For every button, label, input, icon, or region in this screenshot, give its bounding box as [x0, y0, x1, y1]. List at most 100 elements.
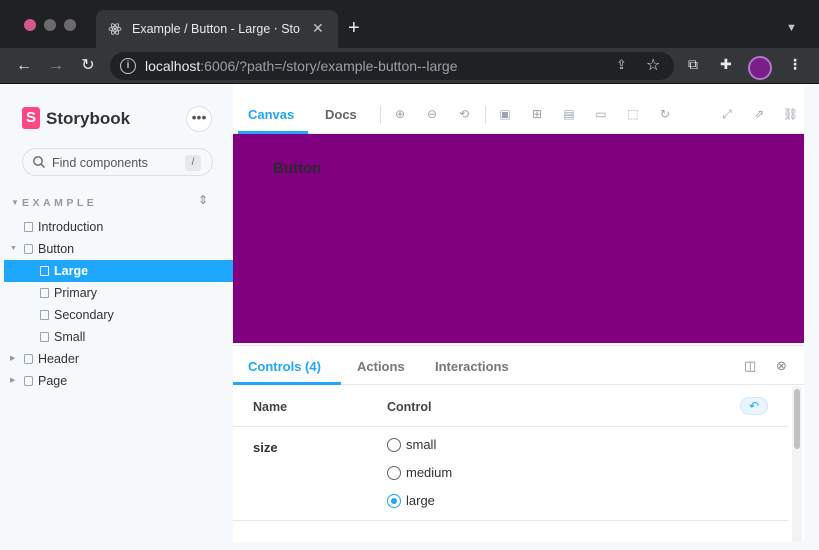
sidebar-item-button[interactable]: ▼ Button — [4, 238, 233, 260]
copy-link-icon[interactable]: ⛓ — [783, 107, 798, 121]
panel-orientation-icon[interactable]: ◫ — [744, 358, 756, 374]
find-components-input[interactable]: Find components / — [22, 148, 213, 176]
radio-label-large[interactable]: large — [406, 493, 435, 508]
search-shortcut-badge: / — [185, 155, 201, 171]
url-text[interactable]: localhost:6006/?path=/story/example-butt… — [145, 58, 457, 74]
addons-panel: Controls (4) Actions Interactions ◫ ⊗ Na… — [233, 345, 804, 543]
tab-title: Example / Button - Large ⋅ Sto — [132, 22, 300, 36]
profile-avatar[interactable] — [748, 56, 772, 80]
scrollbar-thumb[interactable] — [794, 389, 800, 449]
tab-docs[interactable]: Docs — [325, 107, 357, 122]
sidebar-item-label: Secondary — [54, 308, 114, 322]
control-column-header: Control — [387, 400, 432, 414]
radio-large[interactable] — [387, 494, 401, 508]
background-image-icon[interactable]: ▣ — [498, 107, 512, 121]
preview-toolbar: Canvas Docs ⊕ ⊖ ⟲ ▣ ⊞ ▤ ▭ ⬚ ↻ ⤢ ⇗ ⛓ — [233, 96, 804, 134]
bookmark-star-icon[interactable]: ☆ — [646, 55, 660, 75]
storybook-sidebar: Storybook ••• Find components / ▼ EXAMPL… — [0, 85, 233, 550]
tab-actions[interactable]: Actions — [357, 359, 405, 374]
storybook-title[interactable]: Storybook — [46, 109, 130, 129]
zoom-out-icon[interactable]: ⊖ — [425, 107, 439, 121]
sidebar-item-label: Large — [54, 264, 89, 278]
tab-controls[interactable]: Controls (4) — [248, 359, 321, 374]
new-tab-button[interactable]: + — [348, 18, 360, 38]
caret-down-icon: ▼ — [10, 245, 17, 252]
story-button[interactable]: Button — [273, 160, 321, 177]
zoom-in-icon[interactable]: ⊕ — [393, 107, 407, 121]
sidebar-item-header[interactable]: ▶ Header — [4, 348, 233, 370]
main-panel: Canvas Docs ⊕ ⊖ ⟲ ▣ ⊞ ▤ ▭ ⬚ ↻ ⤢ ⇗ ⛓ Butt… — [233, 96, 804, 543]
component-icon — [24, 244, 33, 254]
window-frame-bottom — [233, 542, 819, 550]
tab-interactions[interactable]: Interactions — [435, 359, 509, 374]
extension-icon[interactable]: ⧉ — [688, 56, 698, 73]
reload-icon[interactable]: ↻ — [78, 56, 98, 76]
tab-search-chevron-icon[interactable]: ▼ — [786, 22, 797, 34]
control-row-name: size — [253, 440, 278, 455]
expand-collapse-icon[interactable]: ⇕ — [198, 193, 208, 207]
reset-controls-button[interactable]: ↶ — [740, 397, 768, 415]
radio-medium[interactable] — [387, 466, 401, 480]
close-panel-icon[interactable]: ⊗ — [776, 358, 787, 374]
search-icon — [33, 156, 45, 168]
minimize-window-button[interactable] — [44, 19, 56, 31]
name-column-header: Name — [253, 400, 288, 414]
browser-tab-active[interactable]: Example / Button - Large ⋅ Sto ✕ — [96, 10, 338, 48]
sidebar-group-example[interactable]: EXAMPLE — [22, 197, 97, 209]
fullscreen-icon[interactable]: ⤢ — [720, 107, 734, 121]
more-menu-icon[interactable]: ⋮ — [788, 56, 802, 73]
sidebar-item-label: Introduction — [38, 220, 104, 234]
caret-right-icon: ▶ — [10, 355, 16, 362]
sidebar-item-page[interactable]: ▶ Page — [4, 370, 233, 392]
document-icon — [24, 222, 33, 232]
group-caret-icon[interactable]: ▼ — [11, 198, 19, 207]
site-info-icon[interactable]: i — [120, 58, 136, 74]
sidebar-menu-button[interactable]: ••• — [186, 106, 212, 132]
sidebar-item-large[interactable]: Large — [4, 260, 233, 282]
sidebar-item-introduction[interactable]: Introduction — [4, 216, 233, 238]
sidebar-item-label: Small — [54, 330, 86, 344]
browser-toolbar: ← → ↻ i localhost:6006/?path=/story/exam… — [0, 48, 819, 84]
browser-tab-strip: Example / Button - Large ⋅ Sto ✕ + ▼ — [0, 0, 819, 48]
radio-label-small[interactable]: small — [406, 437, 436, 452]
window-edge — [804, 85, 819, 550]
close-tab-icon[interactable]: ✕ — [312, 21, 324, 35]
component-icon — [24, 354, 33, 364]
forward-arrow-icon[interactable]: → — [46, 56, 66, 76]
active-tab-indicator — [233, 382, 341, 385]
component-icon — [24, 376, 33, 386]
grid-icon[interactable]: ⊞ — [530, 107, 544, 121]
addons-tab-bar: Controls (4) Actions Interactions ◫ ⊗ — [233, 346, 804, 385]
sidebar-item-label: Primary — [54, 286, 98, 300]
open-new-tab-icon[interactable]: ⇗ — [752, 107, 766, 121]
remount-icon[interactable]: ↻ — [658, 107, 672, 121]
radio-small[interactable] — [387, 438, 401, 452]
sidebar-item-small[interactable]: Small — [4, 326, 233, 348]
story-canvas: Button — [233, 134, 804, 343]
sidebar-item-primary[interactable]: Primary — [4, 282, 233, 304]
bookmark-icon — [40, 288, 49, 298]
search-placeholder: Find components — [52, 156, 148, 170]
react-icon — [108, 23, 122, 35]
back-arrow-icon[interactable]: ← — [14, 56, 34, 76]
radio-label-medium[interactable]: medium — [406, 465, 452, 480]
bookmark-icon — [40, 310, 49, 320]
sidebar-item-label: Button — [38, 242, 75, 256]
sidebar-item-label: Header — [38, 352, 79, 366]
address-bar[interactable]: i localhost:6006/?path=/story/example-bu… — [110, 52, 674, 80]
sidebar-item-secondary[interactable]: Secondary — [4, 304, 233, 326]
maximize-window-button[interactable] — [64, 19, 76, 31]
zoom-reset-icon[interactable]: ⟲ — [457, 107, 471, 121]
viewport-icon[interactable]: ▤ — [562, 107, 576, 121]
url-host: localhost — [145, 58, 201, 74]
toolbar-divider — [380, 106, 381, 124]
ruler-icon[interactable]: ▭ — [594, 107, 608, 121]
controls-table-header: Name Control ↶ — [233, 386, 788, 427]
tab-canvas[interactable]: Canvas — [248, 107, 294, 122]
outline-icon[interactable]: ⬚ — [626, 107, 640, 121]
share-icon[interactable]: ⇪ — [616, 57, 627, 73]
bookmark-icon — [40, 266, 49, 276]
toolbar-divider — [485, 106, 486, 124]
close-window-button[interactable] — [24, 19, 36, 31]
puzzle-extensions-icon[interactable]: ✚ — [720, 56, 732, 73]
